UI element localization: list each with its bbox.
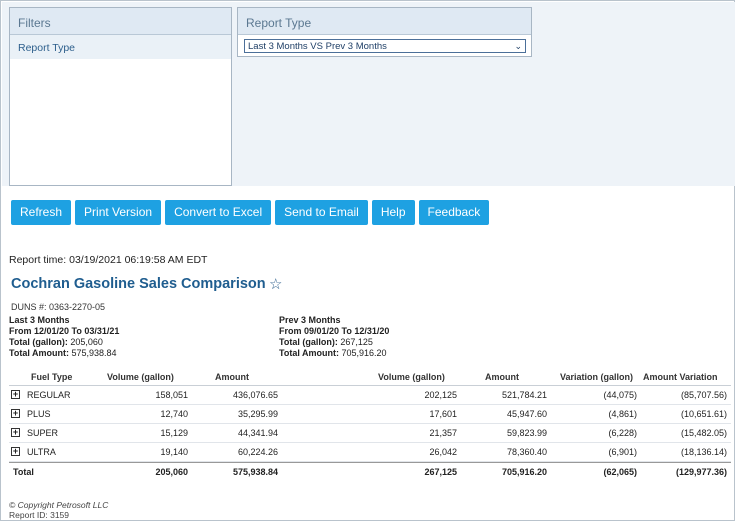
cell-amount-last: 60,224.26	[237, 447, 278, 457]
table-row: + ULTRA 19,140 60,224.26 26,042 78,360.4…	[9, 443, 731, 462]
cell-amount-variation: (85,707.56)	[680, 390, 727, 400]
duns-number: DUNS #: 0363-2270-05	[11, 302, 106, 312]
column-header: Volume (gallon)	[378, 372, 445, 382]
fuel-type: SUPER	[27, 428, 59, 438]
fuel-type: REGULAR	[27, 390, 71, 400]
cell-amount-variation: (15,482.05)	[680, 428, 727, 438]
table-total-row: Total 205,060 575,938.84 267,125 705,916…	[9, 462, 731, 480]
filter-item-report-type[interactable]: Report Type	[10, 35, 231, 59]
column-header: Volume (gallon)	[107, 372, 174, 382]
report-type-select[interactable]: Last 3 Months VS Prev 3 Months ⌄	[244, 39, 526, 53]
current-gallons-value: 205,060	[70, 337, 103, 347]
cell-amount-last: 44,341.94	[237, 428, 278, 438]
cell-volume-last: 19,140	[160, 447, 188, 457]
expand-icon[interactable]: +	[11, 447, 20, 456]
previous-amount-value: 705,916.20	[341, 348, 387, 358]
previous-amount-label: Total Amount:	[279, 348, 339, 358]
report-id: Report ID: 3159	[9, 510, 70, 520]
report-type-header: Report Type	[238, 8, 531, 35]
cell-volume-prev: 26,042	[429, 447, 457, 457]
report-type-selected: Last 3 Months VS Prev 3 Months	[248, 41, 387, 52]
current-gallons-label: Total (gallon):	[9, 337, 68, 347]
column-header: Fuel Type	[31, 372, 73, 382]
expand-icon[interactable]: +	[11, 409, 20, 418]
total-amount-last: 575,938.84	[232, 467, 278, 477]
total-label: Total	[13, 467, 34, 477]
cell-variation-gallon: (6,228)	[608, 428, 637, 438]
previous-gallons-value: 267,125	[340, 337, 373, 347]
table-row: + SUPER 15,129 44,341.94 21,357 59,823.9…	[9, 424, 731, 443]
fuel-type: ULTRA	[27, 447, 56, 457]
report-time: Report time: 03/19/2021 06:19:58 AM EDT	[9, 254, 208, 266]
total-amount-prev: 705,916.20	[501, 467, 547, 477]
cell-volume-prev: 202,125	[424, 390, 457, 400]
table-header-row: Fuel Type Volume (gallon) Amount Volume …	[9, 369, 731, 386]
column-header: Variation (gallon)	[560, 372, 634, 382]
filters-panel: Filters Report Type	[9, 7, 232, 186]
cell-amount-prev: 78,360.40	[506, 447, 547, 457]
cell-amount-prev: 521,784.21	[501, 390, 547, 400]
report-type-panel: Report Type Last 3 Months VS Prev 3 Mont…	[237, 7, 532, 57]
column-header: Amount Variation	[643, 372, 718, 382]
cell-amount-prev: 45,947.60	[506, 409, 547, 419]
current-period-summary: Last 3 Months From 12/01/20 To 03/31/21 …	[9, 315, 119, 359]
current-period-range: From 12/01/20 To 03/31/21	[9, 326, 120, 336]
cell-volume-last: 15,129	[160, 428, 188, 438]
print-version-button[interactable]: Print Version	[75, 200, 162, 225]
convert-to-excel-button[interactable]: Convert to Excel	[165, 200, 272, 225]
refresh-button[interactable]: Refresh	[11, 200, 72, 225]
fuel-type: PLUS	[27, 409, 51, 419]
cell-amount-last: 436,076.65	[232, 390, 278, 400]
copyright: © Copyright Petrosoft LLC	[9, 500, 109, 510]
expand-icon[interactable]: +	[11, 390, 20, 399]
comparison-table: Fuel Type Volume (gallon) Amount Volume …	[9, 369, 731, 480]
cell-amount-last: 35,295.99	[237, 409, 278, 419]
table-row: + PLUS 12,740 35,295.99 17,601 45,947.60…	[9, 405, 731, 424]
cell-variation-gallon: (4,861)	[608, 409, 637, 419]
total-variation-gallon: (62,065)	[603, 467, 637, 477]
chevron-down-icon: ⌄	[514, 41, 522, 51]
column-header: Amount	[215, 372, 249, 382]
previous-period-range: From 09/01/20 To 12/31/20	[279, 326, 390, 336]
cell-volume-prev: 21,357	[429, 428, 457, 438]
favorite-star-icon[interactable]: ☆	[269, 275, 282, 293]
current-amount-label: Total Amount:	[9, 348, 69, 358]
column-header: Amount	[485, 372, 519, 382]
cell-amount-variation: (10,651.61)	[680, 409, 727, 419]
previous-period-label: Prev 3 Months	[279, 315, 341, 325]
expand-icon[interactable]: +	[11, 428, 20, 437]
cell-volume-prev: 17,601	[429, 409, 457, 419]
cell-volume-last: 158,051	[155, 390, 188, 400]
cell-amount-variation: (18,136.14)	[680, 447, 727, 457]
report-window: Filters Report Type Report Type Last 3 M…	[0, 0, 735, 521]
cell-amount-prev: 59,823.99	[506, 428, 547, 438]
total-amount-variation: (129,977.36)	[675, 467, 727, 477]
previous-period-summary: Prev 3 Months From 09/01/20 To 12/31/20 …	[279, 315, 389, 359]
toolbar: Refresh Print Version Convert to Excel S…	[11, 200, 490, 225]
total-volume-prev: 267,125	[424, 467, 457, 477]
previous-gallons-label: Total (gallon):	[279, 337, 338, 347]
report-title: Cochran Gasoline Sales Comparison	[11, 276, 266, 292]
help-button[interactable]: Help	[371, 200, 415, 225]
cell-volume-last: 12,740	[160, 409, 188, 419]
total-volume-last: 205,060	[155, 467, 188, 477]
table-row: + REGULAR 158,051 436,076.65 202,125 521…	[9, 386, 731, 405]
cell-variation-gallon: (44,075)	[603, 390, 637, 400]
filters-header: Filters	[10, 8, 231, 35]
cell-variation-gallon: (6,901)	[608, 447, 637, 457]
send-to-email-button[interactable]: Send to Email	[275, 200, 368, 225]
current-amount-value: 575,938.84	[71, 348, 117, 358]
current-period-label: Last 3 Months	[9, 315, 70, 325]
feedback-button[interactable]: Feedback	[418, 200, 490, 225]
